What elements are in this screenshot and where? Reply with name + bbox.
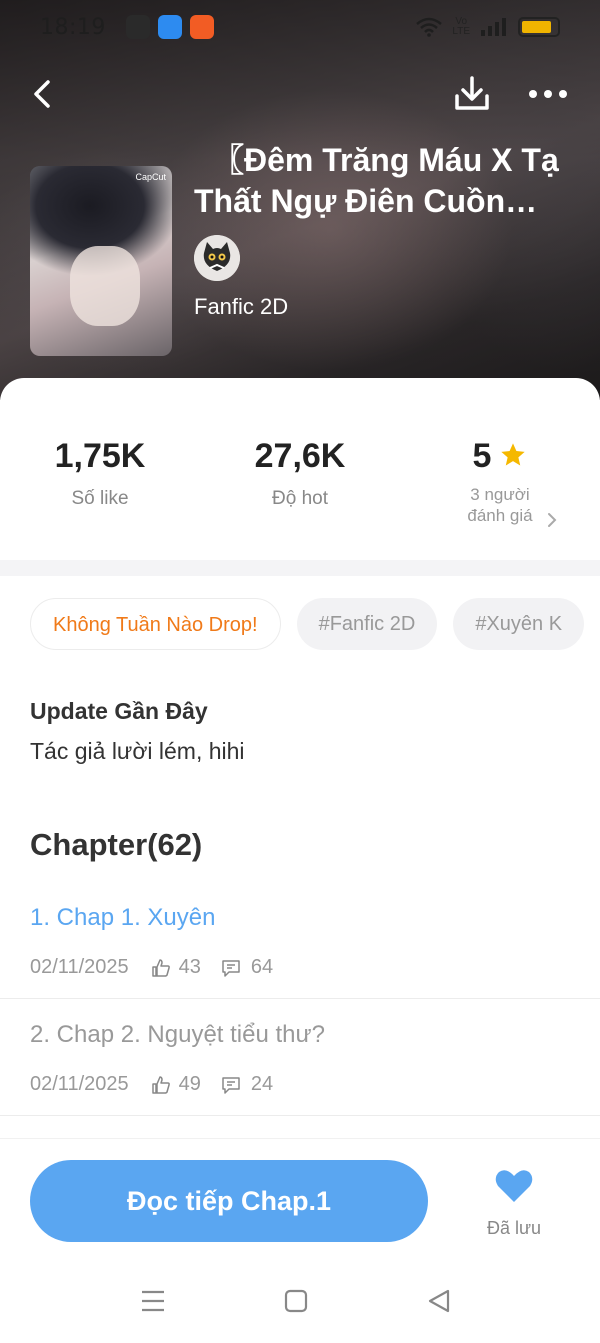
- star-icon: [501, 443, 526, 466]
- status-indicators: Vo LTE: [416, 17, 560, 37]
- chevron-right-icon[interactable]: [545, 510, 559, 530]
- app-icon: [189, 15, 214, 39]
- chapter-title: 2. Chap 2. Nguyệt tiểu thư?: [30, 1021, 325, 1048]
- more-button[interactable]: [526, 76, 570, 112]
- cat-avatar-icon: [194, 235, 240, 281]
- chapter-likes: 49: [178, 1073, 201, 1095]
- signal-icon: [481, 18, 506, 36]
- back-button[interactable]: [26, 76, 62, 112]
- tag-chip[interactable]: #Fanfic 2D: [296, 598, 438, 650]
- chapter-comments: 64: [250, 956, 274, 978]
- book-title: 〖Đêm Trăng Máu X Tạ Thất Ngự Điên Cuồng …: [194, 140, 574, 222]
- wifi-icon: [416, 17, 443, 37]
- more-icon: [529, 90, 567, 98]
- saved-label[interactable]: Đã lưu: [474, 1218, 554, 1239]
- menu-icon[interactable]: [140, 1288, 166, 1314]
- chapter-title: 1. Chap 1. Xuyên: [30, 904, 216, 931]
- hot-label: Độ hot: [272, 488, 328, 509]
- hot-value: 27,6K: [254, 437, 346, 475]
- rating-label: 3 người đánh giá: [400, 484, 600, 526]
- app-icon: [157, 15, 182, 39]
- status-time: 18:19: [40, 14, 106, 40]
- chapter-likes: 43: [178, 956, 201, 978]
- download-button[interactable]: [452, 74, 492, 114]
- chapter-item[interactable]: 1. Chap 1. Xuyên 02/11/2025 43 64: [0, 904, 600, 999]
- rating-value-row: 5: [400, 430, 600, 482]
- stat-likes: 1,75K Số like: [0, 430, 200, 510]
- tag-list: Không Tuần Nào Drop! #Fanfic 2D #Xuyên K: [30, 598, 585, 650]
- stat-hot: 27,6K Độ hot: [200, 430, 400, 510]
- book-title-line1: 〖Đêm Trăng Máu X Tạ: [212, 142, 559, 178]
- cover-watermark: CapCut: [135, 172, 166, 182]
- book-title-line2: Thất Ngự Điên Cuồng ...: [194, 183, 556, 219]
- battery-fill: [522, 21, 551, 33]
- status-bar: 18:19 Vo LTE: [0, 0, 600, 54]
- thumbs-up-icon: [151, 1075, 170, 1094]
- chapter-meta: 02/11/2025 43 64: [30, 956, 273, 979]
- update-title: Update Gần Đây: [30, 698, 208, 724]
- download-icon: [455, 76, 489, 110]
- likes-value: 1,75K: [54, 437, 146, 475]
- rating-label-line2: đánh giá: [467, 506, 533, 525]
- chevron-left-icon: [34, 80, 50, 108]
- update-text: Tác giả lười lém, hihi: [30, 738, 245, 764]
- comment-icon: [222, 1076, 240, 1094]
- section-divider: [0, 560, 600, 576]
- rating-label-line1: 3 người: [470, 485, 530, 504]
- chapter-date: 02/11/2025: [30, 956, 129, 978]
- comment-icon: [222, 959, 240, 977]
- chapters-heading: Chapter(62): [30, 827, 203, 862]
- book-cover[interactable]: CapCut: [30, 166, 172, 356]
- author-avatar[interactable]: [194, 235, 240, 281]
- heart-icon[interactable]: [494, 1168, 534, 1204]
- tag-chip[interactable]: Không Tuần Nào Drop!: [30, 598, 281, 650]
- author-name[interactable]: Fanfic 2D: [194, 294, 288, 320]
- chapter-comments: 24: [250, 1073, 274, 1095]
- continue-reading-button[interactable]: Đọc tiếp Chap.1: [30, 1160, 428, 1242]
- status-app-icons: [125, 15, 214, 39]
- stats-row: 1,75K Số like 27,6K Độ hot 5 3 người đán…: [0, 430, 600, 560]
- chapter-meta: 02/11/2025 49 24: [30, 1073, 273, 1096]
- chapter-date: 02/11/2025: [30, 1073, 129, 1095]
- likes-label: Số like: [71, 488, 129, 509]
- stat-rating[interactable]: 5 3 người đánh giá: [400, 430, 600, 526]
- chapter-item[interactable]: 2. Chap 2. Nguyệt tiểu thư? 02/11/2025 4…: [0, 1021, 600, 1116]
- thumbs-up-icon: [151, 958, 170, 977]
- back-nav-icon[interactable]: [426, 1288, 452, 1314]
- volte-bottom: LTE: [452, 26, 470, 37]
- app-icon: [125, 15, 150, 39]
- home-icon[interactable]: [284, 1288, 308, 1314]
- tag-chip[interactable]: #Xuyên K: [453, 598, 585, 650]
- volte-indicator: Vo LTE: [452, 17, 470, 37]
- rating-value: 5: [472, 437, 492, 475]
- battery-icon: [518, 17, 560, 37]
- cover-art-face: [70, 246, 140, 326]
